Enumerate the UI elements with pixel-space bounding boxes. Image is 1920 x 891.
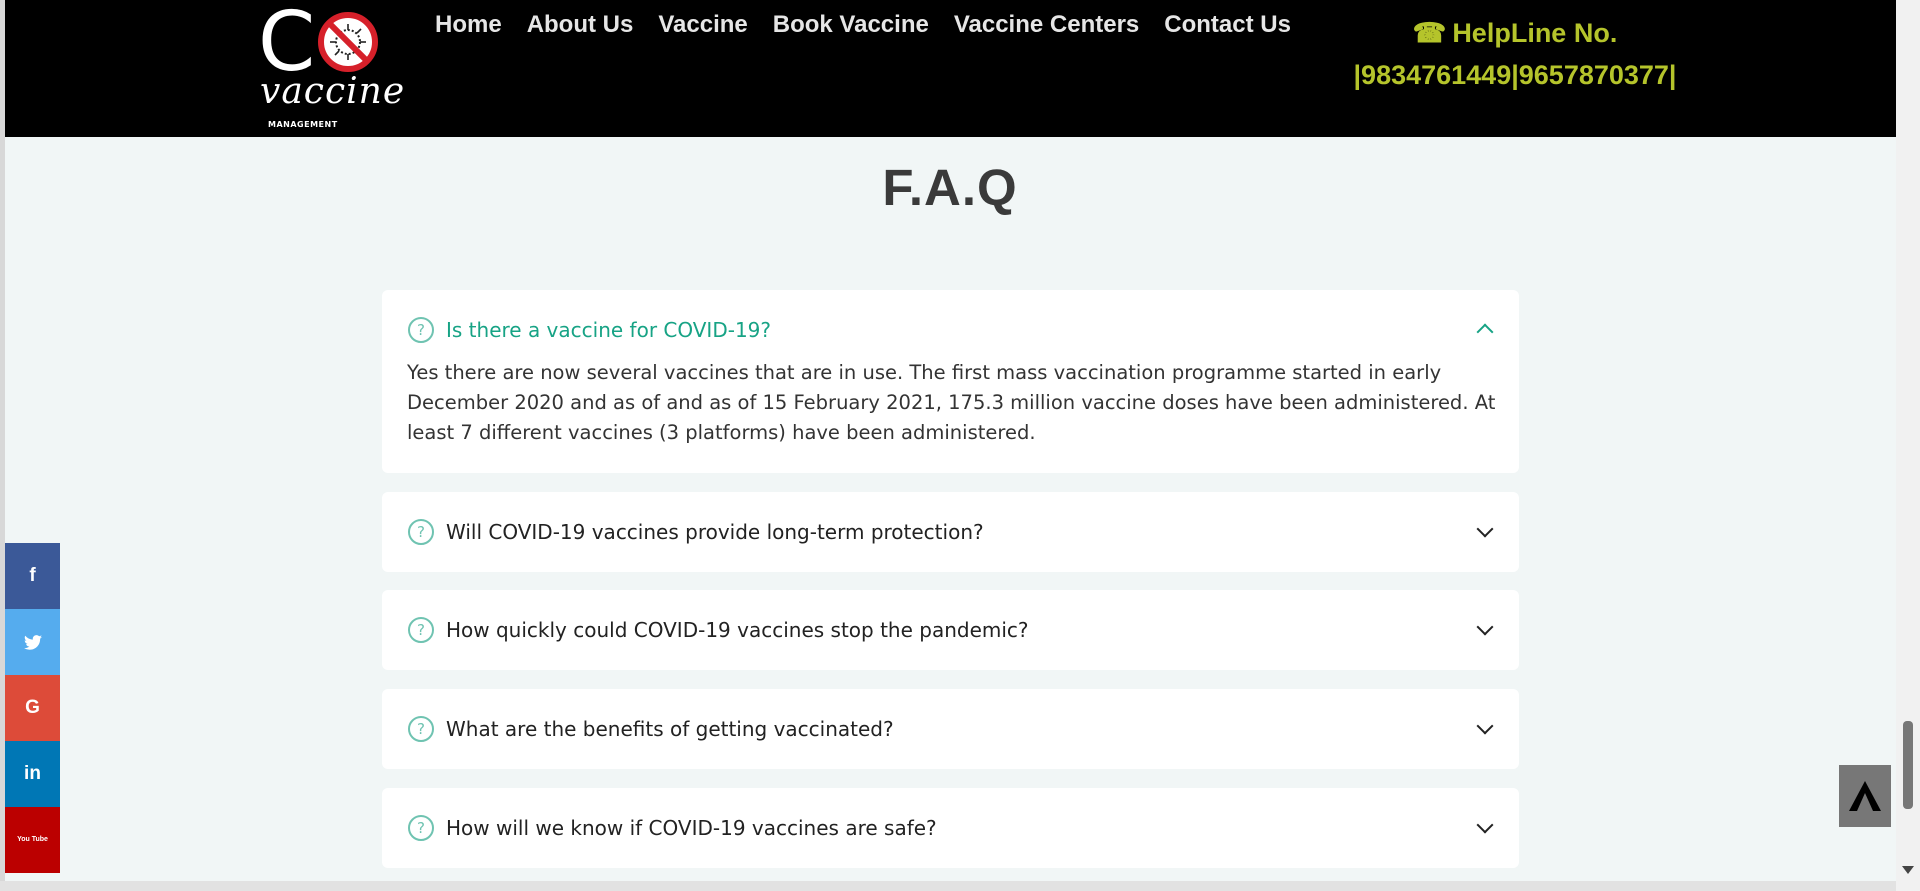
nav-contact-us[interactable]: Contact Us bbox=[1164, 10, 1291, 42]
youtube-icon[interactable]: You Tube bbox=[5, 807, 60, 873]
scrollbar-thumb[interactable] bbox=[1903, 721, 1913, 809]
main-nav: Home About Us Vaccine Book Vaccine Vacci… bbox=[435, 10, 1316, 42]
question-icon: ? bbox=[408, 815, 434, 841]
twitter-icon[interactable] bbox=[5, 609, 60, 675]
chevron-down-icon[interactable] bbox=[1476, 717, 1494, 735]
faq-question-toggle[interactable]: ? How will we know if COVID-19 vaccines … bbox=[408, 788, 937, 868]
virus-icon bbox=[318, 12, 378, 72]
logo-word: vaccine bbox=[260, 71, 406, 112]
horizontal-scrollbar[interactable] bbox=[0, 881, 1896, 891]
google-icon[interactable]: G bbox=[5, 675, 60, 741]
faq-title: F.A.Q bbox=[882, 159, 1018, 216]
site-logo[interactable]: C vaccine MANAGEMENT bbox=[258, 2, 404, 131]
question-icon: ? bbox=[408, 317, 434, 343]
chevron-down-icon[interactable] bbox=[1476, 618, 1494, 636]
faq-question-text: How quickly could COVID-19 vaccines stop… bbox=[446, 618, 1029, 642]
faq-item: ? What are the benefits of getting vacci… bbox=[382, 689, 1519, 769]
faq-question-text: Will COVID-19 vaccines provide long-term… bbox=[446, 520, 984, 544]
faq-answer-text: Yes there are now several vaccines that … bbox=[407, 361, 1496, 444]
phone-icon: ☎ bbox=[1412, 18, 1447, 48]
faq-question-text: Is there a vaccine for COVID-19? bbox=[446, 318, 772, 342]
scroll-down-arrow-icon[interactable] bbox=[1902, 866, 1914, 874]
helpline-numbers[interactable]: |9834761449|9657870377| bbox=[1315, 54, 1715, 96]
social-sidebar: f G in You Tube bbox=[5, 543, 60, 873]
logo-subtitle: MANAGEMENT bbox=[268, 120, 338, 129]
facebook-icon[interactable]: f bbox=[5, 543, 60, 609]
faq-item: ? How quickly could COVID-19 vaccines st… bbox=[382, 590, 1519, 670]
nav-home[interactable]: Home bbox=[435, 10, 502, 42]
nav-book-vaccine[interactable]: Book Vaccine bbox=[773, 10, 929, 42]
chevron-down-icon[interactable] bbox=[1476, 816, 1494, 834]
chevron-up-icon[interactable] bbox=[1476, 323, 1494, 341]
nav-vaccine-centers[interactable]: Vaccine Centers bbox=[954, 10, 1139, 42]
faq-item: ? Will COVID-19 vaccines provide long-te… bbox=[382, 492, 1519, 572]
faq-question-text: How will we know if COVID-19 vaccines ar… bbox=[446, 816, 937, 840]
faq-question-toggle[interactable]: ? Will COVID-19 vaccines provide long-te… bbox=[408, 492, 984, 572]
site-header: C vaccine MANAGEMENT Home About Us Vacci… bbox=[5, 0, 1896, 137]
nav-vaccine[interactable]: Vaccine bbox=[658, 10, 747, 42]
faq-question-toggle[interactable]: ? What are the benefits of getting vacci… bbox=[408, 689, 894, 769]
faq-item: ? How will we know if COVID-19 vaccines … bbox=[382, 788, 1519, 868]
helpline-label: HelpLine No. bbox=[1452, 18, 1618, 48]
linkedin-icon[interactable]: in bbox=[5, 741, 60, 807]
faq-question-toggle[interactable]: ? How quickly could COVID-19 vaccines st… bbox=[408, 590, 1029, 670]
faq-item: ? Is there a vaccine for COVID-19? Yes t… bbox=[382, 290, 1519, 473]
helpline: ☎ HelpLine No. |9834761449|9657870377| bbox=[1315, 12, 1715, 96]
back-to-top-button[interactable] bbox=[1839, 765, 1891, 827]
question-icon: ? bbox=[408, 519, 434, 545]
question-icon: ? bbox=[408, 617, 434, 643]
arrow-up-icon bbox=[1849, 781, 1881, 811]
chevron-down-icon[interactable] bbox=[1476, 520, 1494, 538]
faq-question-text: What are the benefits of getting vaccina… bbox=[446, 717, 894, 741]
nav-about-us[interactable]: About Us bbox=[527, 10, 634, 42]
question-icon: ? bbox=[408, 716, 434, 742]
